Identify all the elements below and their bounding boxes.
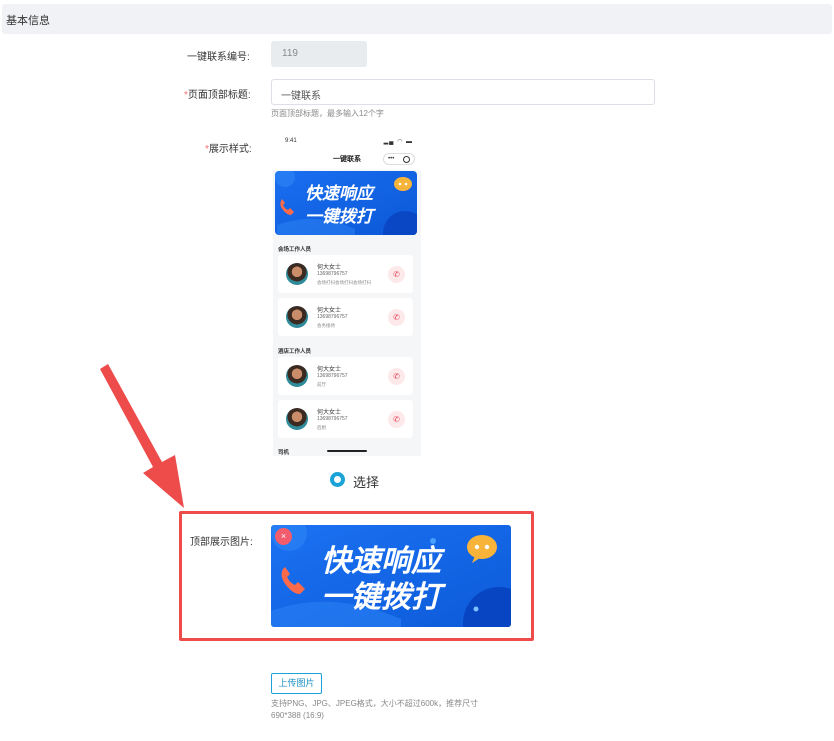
- contact-card[interactable]: 何大女士 13698796757 会场打扫会场打扫会场打扫 ✆: [278, 255, 413, 293]
- chat-bubble-icon: [394, 177, 412, 191]
- upload-hint-line2: 690*388 (16:9): [271, 711, 324, 720]
- avatar: [286, 408, 308, 430]
- chat-bubble-icon: [467, 535, 497, 559]
- signal-wifi-battery-icon: ▂▄ ◠ ▬: [383, 139, 413, 145]
- contact-role: 会场打扫会场打扫会场打扫: [317, 280, 371, 285]
- more-icon: •••: [388, 156, 395, 162]
- style-label-text: 展示样式:: [208, 144, 252, 155]
- nav-bar: 一键联系 •••: [273, 148, 421, 170]
- call-icon[interactable]: ✆: [388, 266, 405, 283]
- id-label: 一键联系编号:: [187, 52, 250, 63]
- banner-line2: 一键拨打: [321, 580, 447, 615]
- contact-phone: 13698796757: [317, 373, 348, 379]
- contact-phone: 13698796757: [317, 271, 348, 277]
- contact-role: 后厨: [317, 425, 326, 430]
- status-time: 9:41: [285, 138, 297, 144]
- section-venue-staff: 会场工作人员: [278, 247, 312, 253]
- close-target-icon: [403, 156, 410, 163]
- contact-card[interactable]: 何大女士 13698796757 后厨 ✆: [278, 400, 413, 438]
- section-hotel-staff: 酒店工作人员: [278, 349, 312, 355]
- contact-card[interactable]: 何大女士 13698796757 前厅 ✆: [278, 357, 413, 395]
- contact-role: 会务接待: [317, 323, 335, 328]
- id-field: 119: [271, 41, 367, 67]
- upload-hint-line1: 支持PNG、JPG、JPEG格式，大小不超过600k，推荐尺寸: [271, 699, 479, 708]
- status-bar: 9:41 ▂▄ ◠ ▬: [273, 134, 421, 148]
- section-title: 基本信息: [6, 15, 50, 27]
- avatar: [286, 263, 308, 285]
- upload-image-button[interactable]: 上传图片: [271, 673, 322, 694]
- banner-line1: 快速响应: [321, 544, 446, 579]
- mini-banner-line1: 快速响应: [305, 184, 376, 204]
- contact-phone: 13698796757: [317, 416, 348, 422]
- contact-name: 何大女士: [317, 265, 342, 271]
- home-indicator: [327, 450, 367, 452]
- avatar: [286, 306, 308, 328]
- call-icon[interactable]: ✆: [388, 368, 405, 385]
- title-label-text: 页面顶部标题:: [187, 90, 251, 101]
- title-hint: 页面顶部标题，最多输入12个字: [271, 109, 384, 118]
- mini-banner-line2: 一键拨打: [305, 207, 376, 227]
- mini-banner: 快速响应 一键拨打: [275, 171, 417, 235]
- call-icon[interactable]: ✆: [388, 411, 405, 428]
- contact-phone: 13698796757: [317, 314, 348, 320]
- top-banner-image: 快速响应 一键拨打: [271, 525, 511, 627]
- section-drivers: 司机: [278, 450, 290, 456]
- contact-name: 何大女士: [317, 367, 342, 373]
- phone-preview[interactable]: 9:41 ▂▄ ◠ ▬ 一键联系 ••• 快速响应 一键拨打 会场工作人员 何大…: [273, 134, 421, 456]
- capsule-menu: •••: [383, 153, 415, 165]
- contact-name: 何大女士: [317, 308, 342, 314]
- contact-name: 何大女士: [317, 410, 342, 416]
- radio-button[interactable]: [330, 472, 345, 487]
- contact-card[interactable]: 何大女士 13698796757 会务接待 ✆: [278, 298, 413, 336]
- title-input[interactable]: 一键联系: [271, 79, 655, 105]
- close-icon[interactable]: ×: [275, 528, 292, 545]
- title-label: *页面顶部标题:: [184, 86, 251, 101]
- call-icon[interactable]: ✆: [388, 309, 405, 326]
- contact-role: 前厅: [317, 382, 326, 387]
- style-label: *展示样式:: [205, 140, 252, 155]
- radio-label: 选择: [353, 475, 380, 490]
- avatar: [286, 365, 308, 387]
- section-header: 基本信息: [2, 4, 832, 34]
